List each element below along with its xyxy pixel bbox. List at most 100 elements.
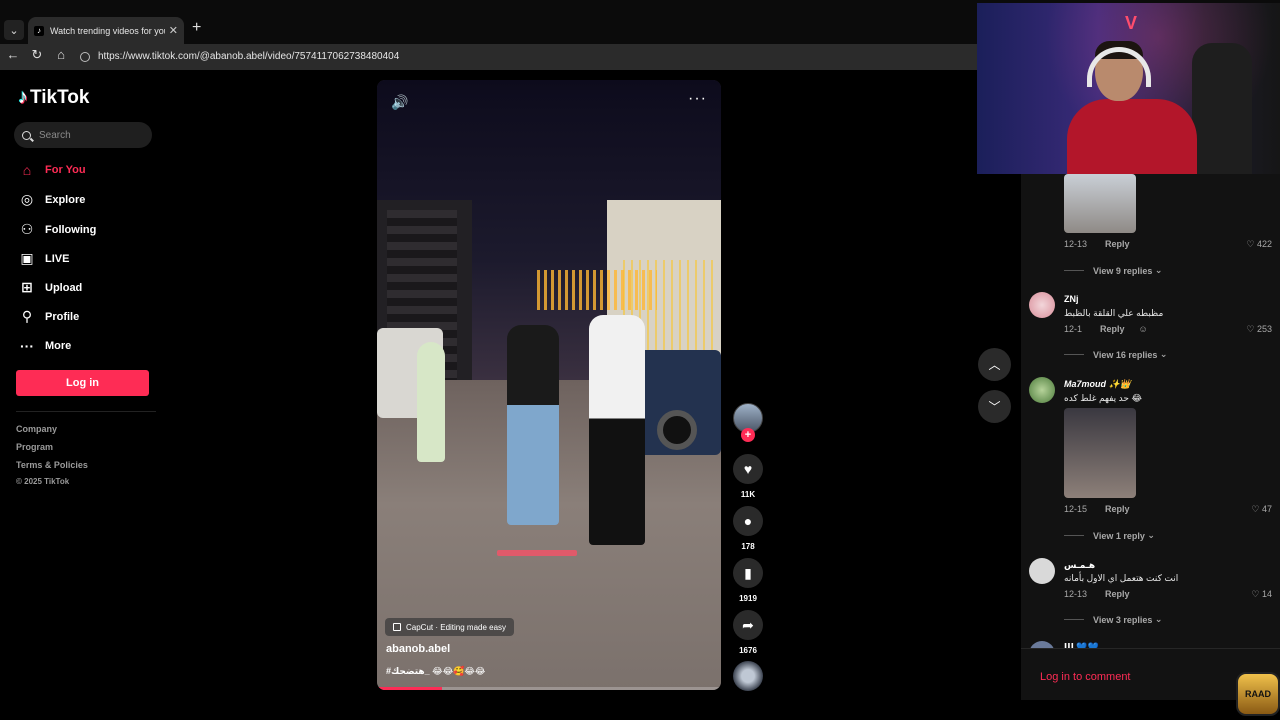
video-frame-lights — [537, 270, 657, 310]
video-caption[interactable]: #هتضحك_ 😂😂🥰😂😂 — [386, 666, 485, 677]
comment-meta: 12-15 Reply — [1064, 504, 1130, 514]
avatar[interactable] — [1029, 292, 1055, 318]
reply-button[interactable]: Reply — [1105, 239, 1130, 249]
login-button[interactable]: Log in — [16, 370, 149, 396]
nav-upload[interactable]: ⊞ Upload — [18, 279, 82, 296]
comment-meta: 12-1 Reply ☺ — [1064, 324, 1148, 334]
chevron-down-icon: ⌄ — [1144, 530, 1155, 540]
plus-square-icon: ⊞ — [21, 279, 33, 295]
nav-label: Profile — [45, 310, 80, 323]
view-replies[interactable]: View 1 reply ⌄ — [1064, 530, 1155, 541]
url-text: https://www.tiktok.com/@abanob.abel/vide… — [98, 51, 400, 62]
chevron-up-icon: ︿ — [988, 358, 1001, 372]
comment-count: 178 — [741, 542, 755, 551]
comment-like[interactable]: ♡ 14 — [1251, 589, 1272, 600]
video-author[interactable]: abanob.abel — [386, 643, 450, 655]
channel-badge: RAAD — [1236, 672, 1280, 716]
close-tab-icon[interactable]: ✕ — [169, 24, 178, 37]
reload-icon[interactable]: ↻ — [28, 47, 46, 63]
tiktok-logo[interactable]: ♪ TikTok — [18, 86, 89, 109]
url-field[interactable]: https://www.tiktok.com/@abanob.abel/vide… — [76, 47, 976, 66]
new-tab-button[interactable]: + — [192, 19, 201, 37]
comment-like-count: 422 — [1256, 239, 1272, 249]
compass-icon: ◎ — [20, 191, 34, 207]
comment-button[interactable]: ● — [733, 506, 763, 536]
video-frame-person — [417, 342, 445, 462]
tiktok-favicon-icon: ♪ — [34, 25, 44, 36]
view-replies[interactable]: View 9 replies ⌄ — [1064, 265, 1162, 276]
nav-live[interactable]: ▣ LIVE — [18, 250, 69, 267]
comment-author[interactable]: هـمـس — [1064, 560, 1095, 571]
nav-profile[interactable]: ⚲ Profile — [18, 308, 79, 325]
video-frame-squeegee — [497, 550, 577, 556]
more-options-icon[interactable]: ··· — [688, 90, 707, 108]
video-player[interactable]: 🔊 ··· CapCut · Editing made easy abanob.… — [377, 80, 721, 690]
back-icon[interactable]: ← — [4, 47, 22, 62]
reply-button[interactable]: Reply — [1100, 324, 1125, 334]
bookmark-icon: ▮ — [744, 564, 752, 581]
nav-label: Explore — [45, 193, 86, 206]
browser-tab[interactable]: ♪ Watch trending videos for you | TikTok… — [28, 17, 184, 44]
nav-explore[interactable]: ◎ Explore — [18, 191, 85, 208]
logo-text: TikTok — [30, 86, 90, 108]
previous-video-button[interactable]: ︿ — [978, 348, 1011, 381]
capcut-icon — [393, 623, 401, 631]
footer-terms[interactable]: Terms & Policies — [16, 460, 88, 470]
volume-icon[interactable]: 🔊 — [391, 94, 408, 111]
capcut-label: CapCut · Editing made easy — [406, 622, 507, 632]
follow-plus-icon[interactable]: + — [741, 428, 755, 442]
search-input[interactable]: Search — [14, 122, 152, 148]
comment-like-count: 253 — [1256, 324, 1272, 334]
chevron-down-icon: ⌄ — [1152, 614, 1163, 624]
user-icon: ⚲ — [21, 308, 33, 324]
nav-for-you[interactable]: ⌂ For You — [18, 162, 86, 178]
view-replies[interactable]: View 3 replies ⌄ — [1064, 614, 1162, 625]
avatar[interactable] — [1029, 558, 1055, 584]
save-button[interactable]: ▮ — [733, 558, 763, 588]
webcam-overlay: V — [977, 3, 1280, 174]
save-count: 1919 — [739, 594, 757, 603]
share-count: 1676 — [739, 646, 757, 655]
comment-like[interactable]: ♡ 422 — [1246, 239, 1272, 250]
comment-date: 12-13 — [1064, 589, 1088, 599]
chevron-down-icon: ⌄ — [1152, 265, 1163, 275]
comment-text: مظبطه علي القلقة بالظبط — [1064, 308, 1164, 318]
capcut-tag[interactable]: CapCut · Editing made easy — [385, 618, 515, 636]
home-browser-icon[interactable]: ⌂ — [52, 47, 70, 62]
channel-badge-text: RAAD — [1245, 689, 1271, 699]
nav-label: More — [45, 340, 72, 352]
like-button[interactable]: ♥ — [733, 454, 763, 484]
nav-more[interactable]: ··· More — [18, 338, 71, 354]
nav-label: Following — [45, 223, 97, 236]
tab-title: Watch trending videos for you | TikTok — [50, 25, 165, 36]
share-button[interactable]: ➦ — [733, 610, 763, 640]
nav-label: For You — [45, 164, 86, 176]
next-video-button[interactable]: ﹀ — [978, 390, 1011, 423]
comment-like[interactable]: ♡ 253 — [1246, 324, 1272, 335]
tab-list-button[interactable]: ⌄ — [4, 20, 24, 40]
footer-program[interactable]: Program — [16, 442, 53, 452]
view-replies-label: View 16 replies — [1093, 349, 1158, 360]
site-info-icon[interactable] — [80, 51, 90, 62]
reply-button[interactable]: Reply — [1105, 589, 1130, 599]
video-frame-person — [589, 315, 645, 545]
comment-author[interactable]: ZNj — [1064, 294, 1079, 304]
comment-like-count: 14 — [1261, 589, 1272, 599]
reply-button[interactable]: Reply — [1105, 504, 1130, 514]
tv-icon: ▣ — [20, 250, 34, 266]
streamer-logo-icon: V — [1125, 13, 1138, 33]
view-replies[interactable]: View 16 replies ⌄ — [1064, 349, 1167, 360]
nav-following[interactable]: ⚇ Following — [18, 221, 97, 238]
webcam-chair — [1192, 43, 1252, 174]
comment-author[interactable]: Ma7moud ✨👑 — [1064, 379, 1131, 390]
comment-icon: ● — [743, 513, 753, 529]
footer-company[interactable]: Company — [16, 424, 57, 434]
comment-image[interactable] — [1064, 408, 1136, 498]
music-disc-icon[interactable] — [733, 661, 763, 691]
like-count: 11K — [740, 490, 756, 499]
avatar[interactable] — [1029, 377, 1055, 403]
comment-like[interactable]: ♡ 47 — [1251, 504, 1272, 515]
heart-icon: ♥ — [743, 461, 753, 477]
comment-text: حد يفهم غلط كده 😂 — [1064, 393, 1142, 403]
comment-image[interactable] — [1064, 174, 1136, 233]
